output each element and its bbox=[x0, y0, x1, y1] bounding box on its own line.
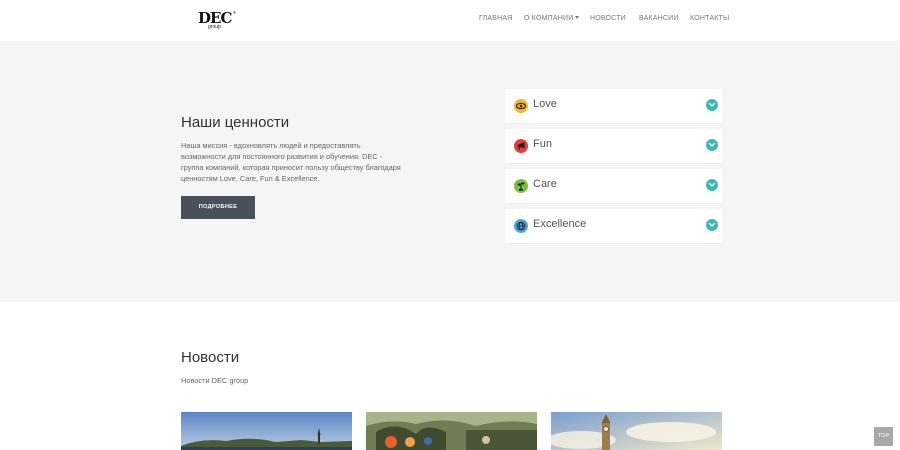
more-button[interactable]: ПОДРОБНЕЕ bbox=[181, 196, 255, 219]
globe-icon bbox=[514, 219, 528, 233]
nav-item-news[interactable]: НОВОСТИ bbox=[590, 15, 626, 22]
value-item-care[interactable]: Care bbox=[505, 169, 722, 204]
news-card-image[interactable] bbox=[366, 412, 537, 450]
chevron-down-icon[interactable] bbox=[706, 219, 718, 231]
plant-icon bbox=[514, 179, 528, 193]
nav-item-vacancies[interactable]: ВАКАНСИИ bbox=[639, 15, 679, 22]
value-label-love: Love bbox=[533, 98, 557, 110]
logo-sub-text: group bbox=[208, 24, 221, 30]
values-section: Наши ценности Наша миссия - вдохновлять … bbox=[0, 41, 900, 302]
values-title: Наши ценности bbox=[181, 114, 290, 131]
value-item-excellence[interactable]: Excellence bbox=[505, 209, 722, 244]
value-label-care: Care bbox=[533, 178, 557, 190]
chevron-down-icon[interactable] bbox=[706, 99, 718, 111]
nav-item-about-label: О КОМПАНИИ bbox=[524, 15, 574, 22]
scroll-top-button[interactable]: TOP bbox=[874, 427, 893, 446]
news-subtitle: Новости DEC group bbox=[181, 376, 249, 385]
value-item-fun[interactable]: Fun bbox=[505, 129, 722, 164]
values-description: Наша миссия - вдохновлять людей и предос… bbox=[181, 141, 401, 183]
caret-down-icon bbox=[575, 16, 580, 19]
horn-icon bbox=[514, 139, 528, 153]
news-card-image[interactable] bbox=[181, 412, 352, 450]
dec-logo[interactable]: DEC ® group bbox=[198, 9, 238, 31]
nav-item-contacts[interactable]: КОНТАКТЫ bbox=[690, 15, 729, 22]
eye-icon bbox=[514, 99, 528, 113]
registered-mark-icon: ® bbox=[233, 10, 236, 15]
chevron-down-icon[interactable] bbox=[706, 139, 718, 151]
news-card-image[interactable] bbox=[551, 412, 722, 450]
value-label-excellence: Excellence bbox=[533, 218, 587, 230]
site-header: DEC ® group ГЛАВНАЯ О КОМПАНИИ НОВОСТИ В… bbox=[0, 0, 900, 41]
nav-item-about[interactable]: О КОМПАНИИ bbox=[524, 15, 580, 22]
value-label-fun: Fun bbox=[533, 138, 552, 150]
chevron-down-icon[interactable] bbox=[706, 179, 718, 191]
value-item-love[interactable]: Love bbox=[505, 89, 722, 124]
news-title: Новости bbox=[181, 349, 240, 366]
nav-item-home[interactable]: ГЛАВНАЯ bbox=[479, 15, 513, 22]
